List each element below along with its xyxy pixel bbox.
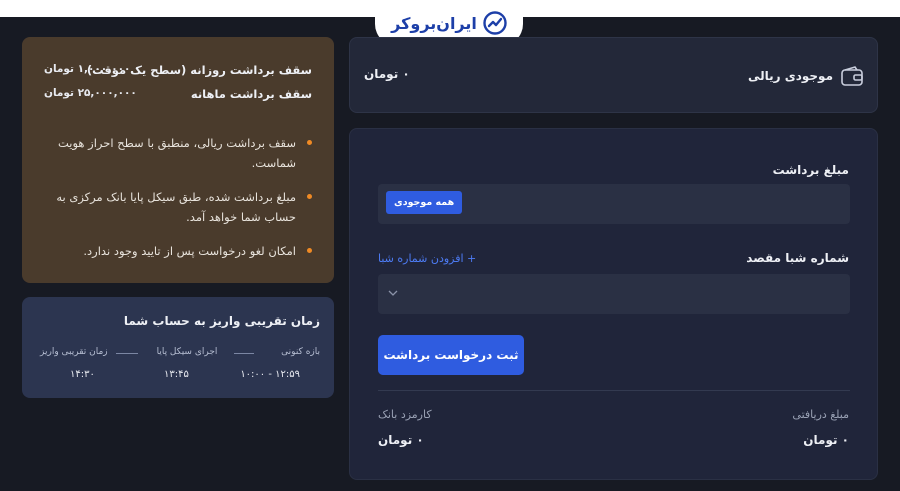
list-item: سقف برداشت ریالی، منطبق با سطح احراز هوی… — [42, 133, 312, 173]
amount-label: مبلغ برداشت — [772, 163, 849, 177]
balance-value: ۰ تومان — [364, 67, 410, 81]
sheba-label: شماره شبا مقصد — [746, 251, 849, 265]
step-current-label: بازه کنونی — [281, 347, 320, 357]
withdraw-form: مبلغ برداشت همه موجودی شماره شبا مقصد + … — [349, 128, 878, 480]
sheba-select[interactable] — [378, 274, 850, 314]
divider — [378, 390, 850, 391]
timing-title: زمان تقریبی واریز به حساب شما — [123, 314, 320, 328]
rial-balance-card: موجودی ریالی ۰ تومان — [349, 37, 878, 113]
balance-label: موجودی ریالی — [747, 69, 833, 83]
brand-name: ایران‌بروکر — [391, 13, 477, 33]
limit-notes: سقف برداشت ریالی، منطبق با سطح احراز هوی… — [42, 133, 312, 275]
chevron-down-icon — [388, 290, 398, 296]
list-item: امکان لغو درخواست پس از تایید وجود ندارد… — [42, 241, 312, 261]
fee-value: ۰ تومان — [378, 433, 424, 447]
balance-label-group: موجودی ریالی — [748, 66, 863, 86]
received-label: مبلغ دریافتی — [792, 408, 849, 421]
step-current-value: ۱۲:۵۹ - ۱۰:۰۰ — [240, 369, 300, 380]
chart-trend-icon — [483, 11, 507, 35]
amount-input[interactable]: همه موجودی — [378, 184, 850, 224]
received-value: ۰ تومان — [803, 433, 849, 447]
wallet-icon — [841, 66, 863, 86]
add-sheba-link[interactable]: + افزودن شماره شبا — [378, 252, 476, 265]
step-deposit-label: زمان تقریبی واریز — [40, 347, 108, 357]
submit-withdraw-button[interactable]: ثبت درخواست برداشت — [378, 335, 524, 375]
timeline-line — [234, 353, 254, 354]
submit-withdraw-label: ثبت درخواست برداشت — [383, 348, 519, 362]
withdraw-limits-card: سقف برداشت روزانه (سطح یک موقت) ۱,۰۰۰,۰۰… — [22, 37, 334, 283]
deposit-timing-card: زمان تقریبی واریز به حساب شما بازه کنونی… — [22, 297, 334, 398]
list-item: مبلغ برداشت شده، طبق سیکل پایا بانک مرکز… — [42, 187, 312, 227]
step-paya-value: ۱۳:۴۵ — [164, 369, 189, 380]
step-paya-label: اجرای سیکل پایا — [156, 347, 218, 357]
all-balance-button[interactable]: همه موجودی — [386, 191, 463, 214]
fee-label: کارمزد بانک — [378, 408, 432, 421]
monthly-limit-label: سقف برداشت ماهانه — [190, 87, 312, 101]
monthly-limit-value: ۲۵,۰۰۰,۰۰۰ تومان — [44, 87, 137, 99]
daily-limit-value: ۱,۰۰۰,۰۰۰ تومان — [44, 63, 131, 75]
step-deposit-value: ۱۴:۳۰ — [70, 369, 95, 380]
